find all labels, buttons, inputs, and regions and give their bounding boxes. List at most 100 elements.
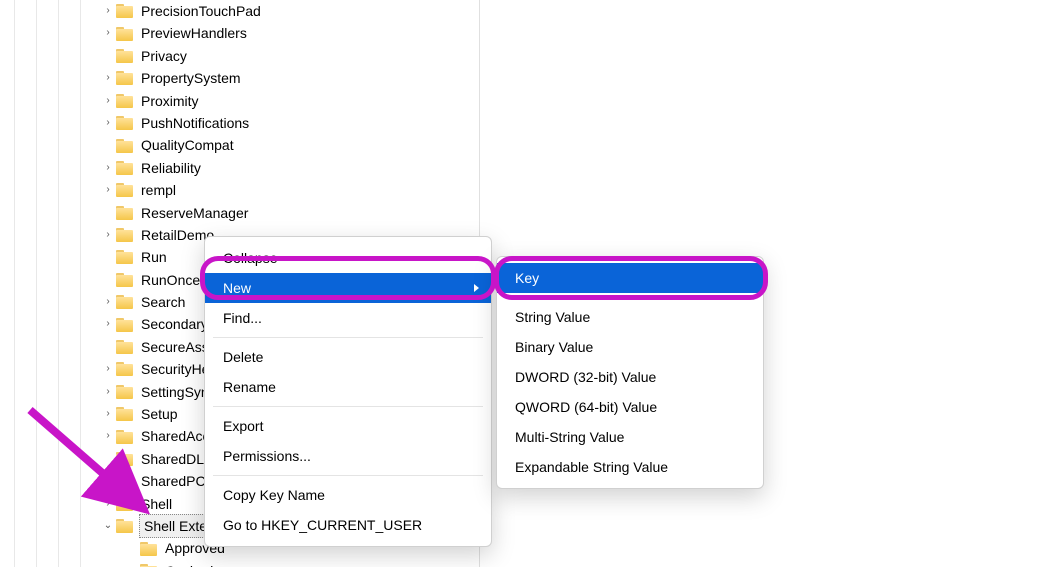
tree-item[interactable]: › PreviewHandlers: [0, 22, 479, 44]
expand-icon[interactable]: ›: [100, 425, 116, 447]
expand-icon: ·: [100, 202, 116, 224]
folder-icon: [116, 228, 133, 242]
folder-icon: [116, 27, 133, 41]
menu-item[interactable]: String Value: [497, 302, 763, 332]
expand-icon[interactable]: ›: [100, 112, 116, 134]
folder-icon: [116, 497, 133, 511]
folder-icon: [116, 206, 133, 220]
folder-icon: [116, 318, 133, 332]
folder-icon: [116, 49, 133, 63]
tree-item-label: Search: [139, 291, 187, 313]
expand-icon[interactable]: ›: [100, 313, 116, 335]
expand-icon: ·: [100, 45, 116, 67]
tree-item-label: PrecisionTouchPad: [139, 0, 263, 22]
folder-icon: [116, 4, 133, 18]
tree-item[interactable]: · Cached: [0, 560, 479, 567]
menu-separator: [213, 406, 483, 407]
menu-item[interactable]: Permissions...: [205, 441, 491, 471]
expand-icon[interactable]: ›: [100, 90, 116, 112]
tree-item[interactable]: › Proximity: [0, 90, 479, 112]
tree-item-label: rempl: [139, 179, 178, 201]
expand-icon: ·: [124, 537, 140, 559]
expand-icon[interactable]: ›: [100, 470, 116, 492]
tree-item-label: Proximity: [139, 90, 201, 112]
menu-item[interactable]: Expandable String Value: [497, 452, 763, 482]
folder-icon: [116, 452, 133, 466]
menu-item[interactable]: Export: [205, 411, 491, 441]
folder-icon: [116, 94, 133, 108]
tree-item[interactable]: › PushNotifications: [0, 112, 479, 134]
tree-item[interactable]: › Reliability: [0, 157, 479, 179]
expand-icon: ·: [124, 560, 140, 567]
menu-item[interactable]: Delete: [205, 342, 491, 372]
tree-item-label: Run: [139, 246, 169, 268]
tree-item-label: PropertySystem: [139, 67, 243, 89]
folder-icon: [116, 295, 133, 309]
context-menu[interactable]: CollapseNewFind... DeleteRename ExportPerm…: [204, 236, 492, 547]
menu-item[interactable]: QWORD (64-bit) Value: [497, 392, 763, 422]
folder-icon: [116, 407, 133, 421]
tree-item-label: Shell: [139, 493, 174, 515]
expand-icon[interactable]: ›: [100, 22, 116, 44]
tree-item-label: QualityCompat: [139, 134, 236, 156]
tree-item[interactable]: › rempl: [0, 179, 479, 201]
menu-item[interactable]: Binary Value: [497, 332, 763, 362]
expand-icon[interactable]: ›: [100, 381, 116, 403]
tree-item-label: SharedPC: [139, 470, 208, 492]
expand-icon[interactable]: ›: [100, 179, 116, 201]
menu-item[interactable]: Go to HKEY_CURRENT_USER: [205, 510, 491, 540]
folder-icon: [116, 71, 133, 85]
tree-item[interactable]: · QualityCompat: [0, 134, 479, 156]
menu-separator: [505, 297, 755, 298]
menu-separator: [213, 337, 483, 338]
folder-icon: [116, 385, 133, 399]
expand-icon: ·: [100, 336, 116, 358]
menu-item[interactable]: Collapse: [205, 243, 491, 273]
tree-item-label: Privacy: [139, 45, 189, 67]
menu-item[interactable]: New: [205, 273, 491, 303]
tree-item[interactable]: › PrecisionTouchPad: [0, 0, 479, 22]
folder-icon: [116, 139, 133, 153]
menu-item[interactable]: Copy Key Name: [205, 480, 491, 510]
tree-item-label: PreviewHandlers: [139, 22, 249, 44]
folder-icon: [116, 183, 133, 197]
folder-icon: [116, 161, 133, 175]
folder-icon: [116, 474, 133, 488]
expand-icon[interactable]: ›: [100, 358, 116, 380]
expand-icon[interactable]: ›: [100, 0, 116, 22]
expand-icon[interactable]: ›: [100, 67, 116, 89]
expand-icon[interactable]: ›: [100, 157, 116, 179]
tree-item-label: ReserveManager: [139, 202, 250, 224]
tree-item-label: Reliability: [139, 157, 203, 179]
tree-item-label: Setup: [139, 403, 180, 425]
folder-icon: [140, 542, 157, 556]
tree-item[interactable]: › PropertySystem: [0, 67, 479, 89]
menu-item[interactable]: DWORD (32-bit) Value: [497, 362, 763, 392]
new-submenu[interactable]: Key String ValueBinary ValueDWORD (32-bit…: [496, 256, 764, 489]
tree-item[interactable]: · Privacy: [0, 45, 479, 67]
folder-icon: [116, 340, 133, 354]
expand-icon[interactable]: ›: [100, 403, 116, 425]
folder-icon: [116, 116, 133, 130]
expand-icon[interactable]: ›: [100, 291, 116, 313]
tree-item-label: PushNotifications: [139, 112, 251, 134]
tree-item-label: Cached: [163, 560, 215, 567]
menu-item[interactable]: Rename: [205, 372, 491, 402]
expand-icon: ·: [100, 246, 116, 268]
tree-item[interactable]: · ReserveManager: [0, 202, 479, 224]
expand-icon[interactable]: ›: [100, 493, 116, 515]
expand-icon[interactable]: ›: [100, 224, 116, 246]
menu-item[interactable]: Key: [497, 263, 763, 293]
folder-icon: [116, 273, 133, 287]
menu-item[interactable]: Multi-String Value: [497, 422, 763, 452]
menu-separator: [213, 475, 483, 476]
folder-icon: [116, 519, 133, 533]
tree-item-label: RunOnce: [139, 269, 202, 291]
folder-icon: [116, 362, 133, 376]
menu-item[interactable]: Find...: [205, 303, 491, 333]
expand-icon: ·: [100, 448, 116, 470]
folder-icon: [116, 430, 133, 444]
folder-icon: [116, 250, 133, 264]
expand-icon: ·: [100, 134, 116, 156]
collapse-icon[interactable]: ⌄: [100, 515, 116, 537]
